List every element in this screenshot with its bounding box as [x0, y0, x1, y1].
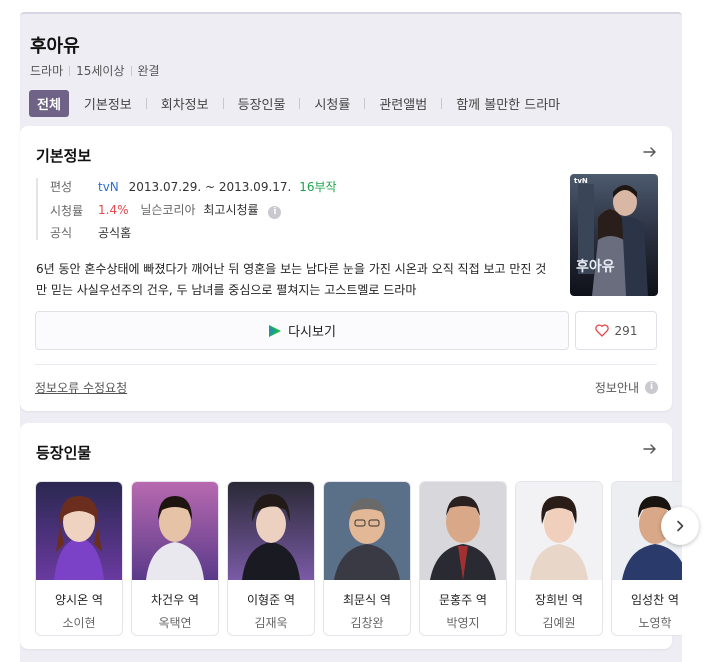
channel-link[interactable]: tvN: [98, 180, 119, 194]
cast-actor: 노영학: [638, 616, 672, 630]
tab-basic-info[interactable]: 기본정보: [84, 94, 132, 113]
rating-row: 시청률 1.4% 닐슨코리아 최고시청률 i: [50, 201, 282, 219]
cast-actor: 소이현: [62, 616, 96, 630]
actor-photo: [420, 482, 506, 580]
actor-photo: [36, 482, 122, 580]
cast-item[interactable]: 문홍주 역 박영지: [419, 481, 507, 636]
cast-item[interactable]: 차건우 역 옥택연: [131, 481, 219, 636]
basic-info-title: 기본정보: [36, 147, 92, 165]
official-row: 공식 공식홈: [50, 224, 132, 241]
drama-panel: 후아유 드라마 15세이상 완결 전체 기본정보 회차정보 등장인물 시청률 관…: [20, 12, 699, 662]
actor-photo: [324, 482, 410, 580]
tab-related-dramas[interactable]: 함께 볼만한 드라마: [456, 94, 560, 113]
cast-role: 양시온 역: [55, 593, 103, 607]
cast-actor: 옥택연: [158, 616, 192, 630]
cast-item[interactable]: 임성찬 역 노영학: [611, 481, 682, 636]
rating-source: 닐슨코리아: [140, 203, 196, 217]
arrow-right-icon[interactable]: [642, 144, 658, 160]
cast-role: 문홍주 역: [439, 593, 487, 607]
divider: [35, 364, 657, 365]
tab-bar: 전체 기본정보 회차정보 등장인물 시청률 관련앨범 함께 볼만한 드라마: [29, 90, 560, 117]
heart-icon: [594, 324, 609, 337]
cast-role: 차건우 역: [151, 593, 199, 607]
drama-title: 후아유: [30, 36, 80, 57]
arrow-right-icon[interactable]: [642, 441, 658, 457]
cast-actor: 박영지: [446, 616, 480, 630]
replay-button[interactable]: 다시보기: [35, 311, 569, 350]
poster-image[interactable]: 후아유 tvN: [570, 174, 658, 296]
meta-age: 15세이상: [76, 64, 125, 78]
info-icon: i: [645, 381, 658, 394]
info-guide[interactable]: 정보안내 i: [595, 379, 658, 396]
carousel-next-button[interactable]: [661, 507, 699, 545]
meta-status: 완결: [137, 64, 160, 78]
tab-ratings[interactable]: 시청률: [314, 94, 350, 113]
drama-meta: 드라마 15세이상 완결: [30, 62, 160, 79]
actor-photo: [516, 482, 602, 580]
report-error-link[interactable]: 정보오류 수정요청: [35, 379, 127, 396]
meta-divider: [130, 65, 132, 76]
like-count: 291: [614, 323, 638, 338]
tab-episodes[interactable]: 회차정보: [161, 94, 209, 113]
rating-value: 1.4%: [98, 203, 129, 217]
like-button[interactable]: 291: [575, 311, 657, 350]
cast-role: 장희빈 역: [535, 593, 583, 607]
official-link[interactable]: 공식홈: [98, 224, 131, 241]
meta-divider: [69, 65, 71, 76]
cast-role: 최문식 역: [343, 593, 391, 607]
cast-item[interactable]: 최문식 역 김창완: [323, 481, 411, 636]
info-guide-label: 정보안내: [594, 381, 639, 395]
cast-title: 등장인물: [36, 444, 92, 462]
poster-channel-logo: tvN: [574, 177, 588, 185]
cast-actor: 김재욱: [254, 616, 288, 630]
cast-role: 임성찬 역: [631, 593, 679, 607]
basic-info-card: 기본정보 편성 tvN 2013.07.29. ~ 2013.09.17. 16…: [20, 126, 672, 411]
meta-genre: 드라마: [30, 64, 64, 78]
broadcast-period: 2013.07.29. ~ 2013.09.17.: [128, 180, 292, 194]
cast-item[interactable]: 양시온 역 소이현: [35, 481, 123, 636]
cast-actor: 김예원: [542, 616, 576, 630]
synopsis: 6년 동안 혼수상태에 빠졌다가 깨어난 뒤 영혼을 보는 남다른 눈을 가진 …: [36, 262, 547, 297]
cast-item[interactable]: 이형준 역 김재욱: [227, 481, 315, 636]
cast-item[interactable]: 장희빈 역 김예원: [515, 481, 603, 636]
replay-label: 다시보기: [288, 325, 336, 340]
cast-role: 이형준 역: [247, 593, 295, 607]
cast-list: 양시온 역 소이현 차건우 역 옥택연 이형준 역 김재욱 최문식 역 김창완 …: [35, 481, 682, 636]
cast-actor: 김창완: [350, 616, 384, 630]
rating-note: 최고시청률: [203, 203, 259, 217]
tab-cast[interactable]: 등장인물: [238, 94, 286, 113]
play-logo-icon: [269, 324, 282, 337]
tab-all[interactable]: 전체: [29, 90, 69, 117]
cast-carousel: 양시온 역 소이현 차건우 역 옥택연 이형준 역 김재욱 최문식 역 김창완 …: [35, 481, 682, 641]
cast-card: 등장인물 양시온 역 소이현 차건우 역 옥택연 이형준 역 김재욱 최문식 역…: [20, 423, 682, 649]
info-icon[interactable]: i: [268, 206, 282, 219]
tab-albums[interactable]: 관련앨범: [379, 94, 427, 113]
broadcast-row: 편성 tvN 2013.07.29. ~ 2013.09.17. 16부작: [50, 180, 337, 194]
actor-photo: [132, 482, 218, 580]
episode-count[interactable]: 16부작: [299, 180, 336, 194]
poster-title: 후아유: [576, 259, 615, 275]
chevron-right-icon: [677, 520, 684, 532]
actor-photo: [228, 482, 314, 580]
